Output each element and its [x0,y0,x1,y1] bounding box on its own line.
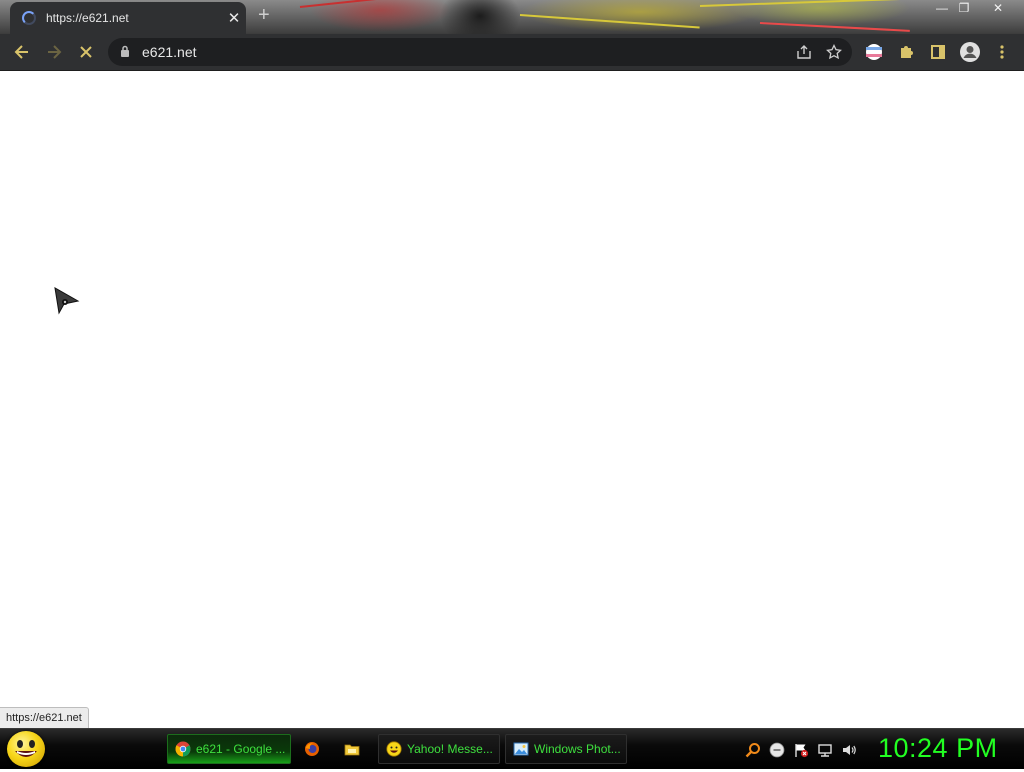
taskbar-button-label: Windows Phot... [534,742,621,756]
extensions-button[interactable] [894,40,918,64]
share-icon [797,45,811,59]
share-button[interactable] [792,40,816,64]
arrow-left-icon [14,45,28,59]
start-button[interactable] [7,731,45,767]
taskbar-button-label: Yahoo! Messe... [407,742,493,756]
taskbar-button-firefox[interactable] [297,734,331,764]
smiley-start-icon [15,740,37,757]
volume-icon[interactable] [841,742,857,758]
taskbar-button-photo-viewer[interactable]: Windows Phot... [505,734,627,764]
tab-title: https://e621.net [46,11,129,25]
taskbar: e621 - Google ... Yahoo! Messe... Window… [0,728,1024,769]
browser-tab-active[interactable]: https://e621.net ✕ [10,2,246,34]
flag-extension-icon [866,44,882,60]
taskbar-button-label: e621 - Google ... [196,742,286,756]
puzzle-icon [901,46,913,58]
link-status-bubble: https://e621.net [0,707,89,730]
extension-flag-button[interactable] [862,40,886,64]
loading-spinner-icon [22,11,36,25]
lock-icon [121,45,129,57]
yahoo-messenger-icon [386,741,402,757]
search-icon[interactable] [745,742,761,758]
address-bar[interactable]: e621.net [108,38,852,66]
maximize-button[interactable]: ❐ [950,0,978,16]
taskbar-button-explorer[interactable] [337,734,371,764]
firefox-icon [305,742,319,756]
address-url: e621.net [142,44,197,60]
page-viewport[interactable] [0,71,1024,728]
messenger-status-tray-icon[interactable] [769,742,785,758]
browser-toolbar: e621.net [0,34,1024,71]
taskbar-button-yahoo-messenger[interactable]: Yahoo! Messe... [378,734,500,764]
account-avatar-icon [960,42,980,62]
stop-x-icon [80,46,92,58]
menu-button[interactable] [990,40,1014,64]
tab-close-button[interactable]: ✕ [222,9,246,27]
close-window-button[interactable]: ✕ [984,0,1012,16]
forward-button[interactable] [42,40,66,64]
windows-photo-viewer-icon [513,742,529,756]
taskbar-button-chrome[interactable]: e621 - Google ... [167,734,291,764]
back-button[interactable] [10,40,34,64]
kebab-menu-icon [1000,45,1004,59]
chrome-icon [175,741,191,757]
network-icon[interactable] [817,742,833,758]
mouse-cursor-icon [54,287,80,315]
taskbar-clock[interactable]: 10:24 PM [878,733,998,764]
new-tab-button[interactable]: + [258,4,270,27]
star-icon [826,44,842,60]
arrow-right-icon [48,45,62,59]
side-panel-button[interactable] [926,40,950,64]
stop-loading-button[interactable] [74,40,98,64]
folder-icon [344,744,360,756]
side-panel-icon [931,45,945,59]
browser-title-bar: https://e621.net ✕ + — ❐ ✕ [0,0,1024,34]
action-center-flag-icon[interactable] [793,742,809,758]
profile-button[interactable] [958,40,982,64]
bookmark-button[interactable] [822,40,846,64]
